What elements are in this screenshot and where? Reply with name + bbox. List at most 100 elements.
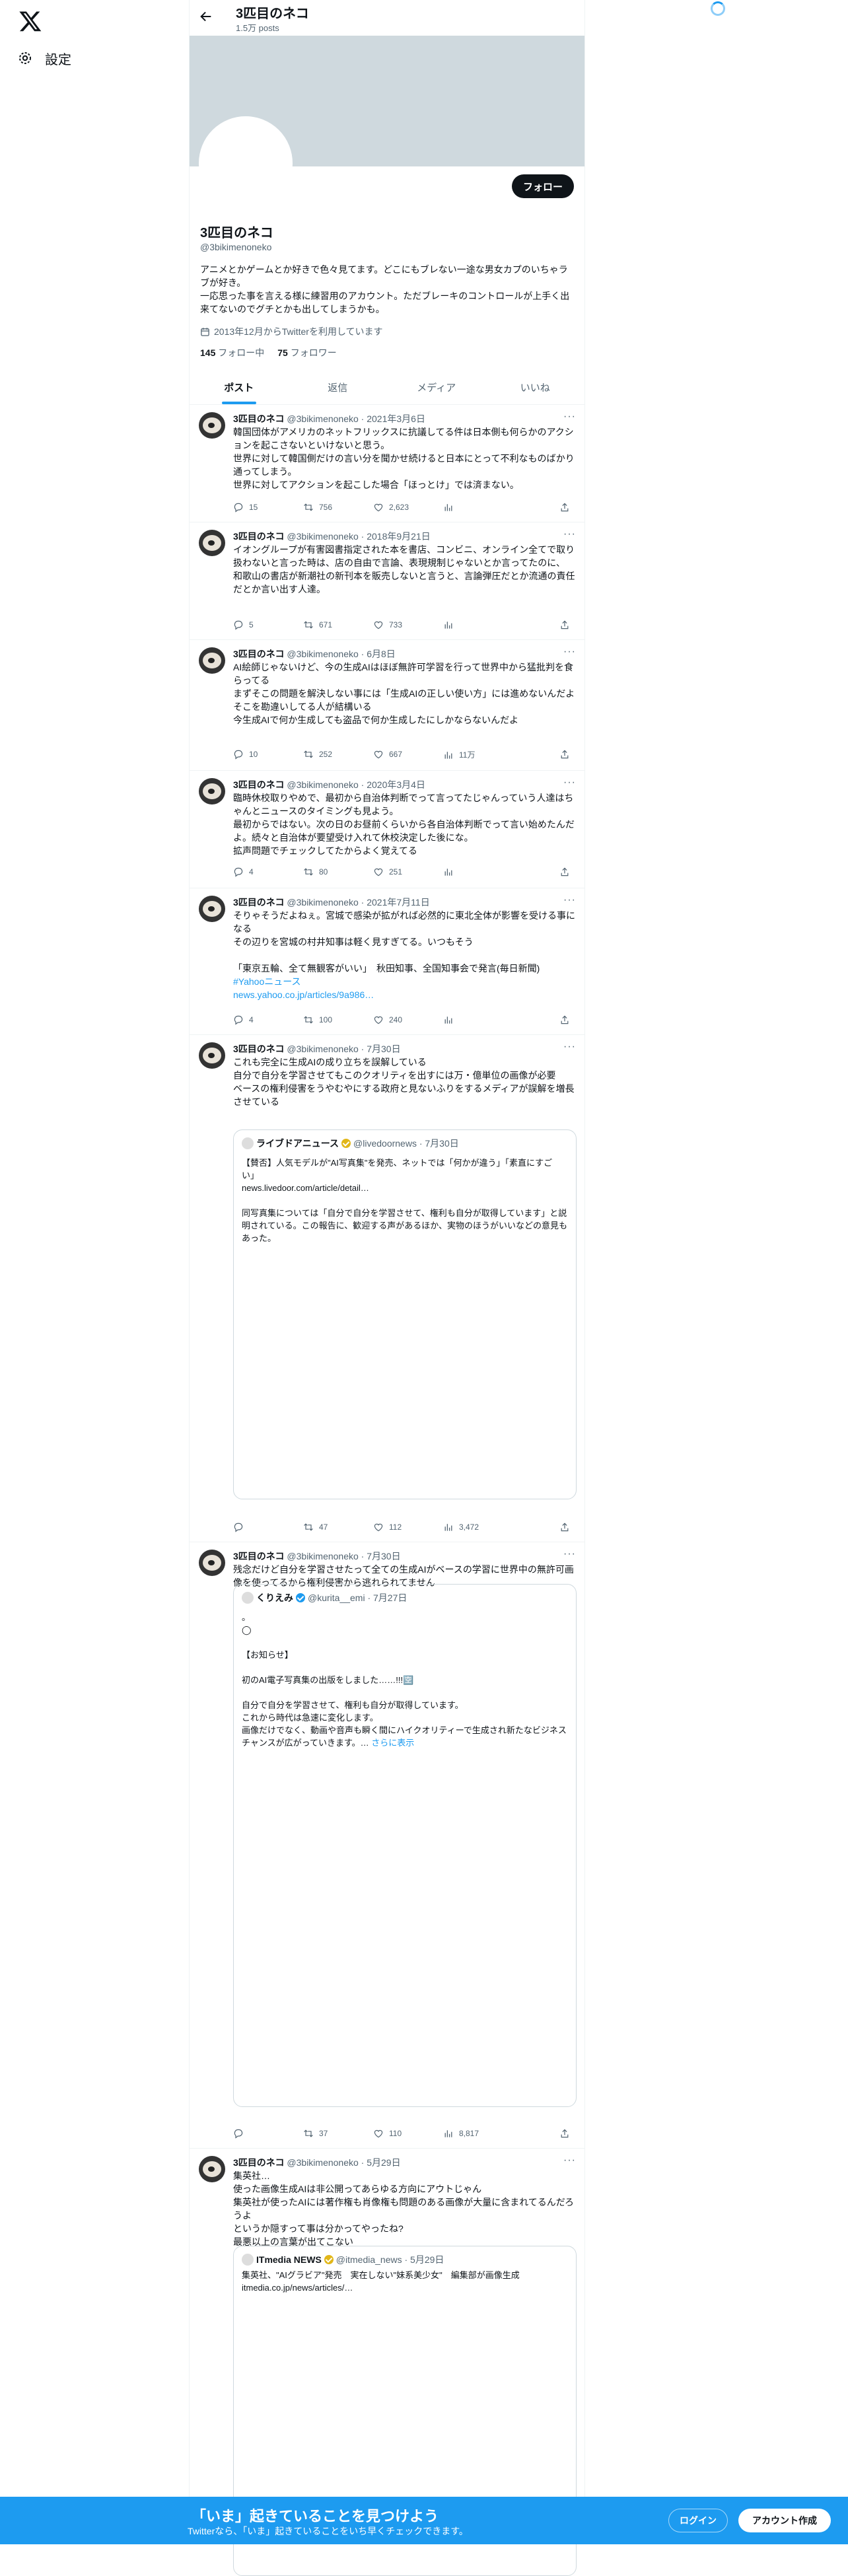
reply-button[interactable]: [233, 1522, 249, 1532]
retweet-button[interactable]: 252: [303, 749, 332, 760]
tweet-avatar[interactable]: [199, 1042, 225, 1069]
more-options-icon[interactable]: ···: [563, 894, 576, 906]
like-count: 667: [389, 750, 403, 759]
tweet-meta: @3bikimenoneko · 6月8日: [287, 649, 396, 659]
more-options-icon[interactable]: ···: [563, 1041, 576, 1053]
tweet-avatar[interactable]: [199, 778, 225, 805]
reply-button[interactable]: 10: [233, 749, 258, 760]
share-button[interactable]: [559, 2128, 570, 2139]
reply-button[interactable]: 4: [233, 867, 254, 877]
hashtag-link[interactable]: #Yahooニュース: [233, 976, 301, 987]
tweet-text: 臨時休校取りやめで、最初から自治体判断でって言ってたじゃんっていう人達はちゃんと…: [233, 793, 575, 856]
share-button[interactable]: [559, 749, 570, 760]
tweet-avatar[interactable]: [199, 896, 225, 922]
views-button[interactable]: [443, 867, 459, 877]
reply-button[interactable]: 4: [233, 1015, 254, 1025]
header-name: 3匹目のネコ: [236, 7, 309, 21]
retweet-button[interactable]: 671: [303, 620, 332, 630]
more-options-icon[interactable]: ···: [563, 528, 576, 540]
tweet-avatar[interactable]: [199, 530, 225, 556]
tweet-avatar[interactable]: [199, 2156, 225, 2182]
views-button[interactable]: 3,472: [443, 1522, 479, 1532]
views-button[interactable]: 11万: [443, 749, 475, 760]
profile-name: 3匹目のネコ: [200, 226, 273, 240]
like-button[interactable]: 2,623: [373, 502, 409, 513]
share-button[interactable]: [559, 620, 570, 630]
like-button[interactable]: 733: [373, 620, 402, 630]
quoted-meta: @itmedia_news · 5月29日: [336, 2254, 444, 2265]
views-button[interactable]: [443, 1015, 459, 1025]
reply-button[interactable]: [233, 2128, 249, 2139]
tweet[interactable]: 3匹目のネコ @3bikimenoneko · 2021年7月11日 ··· そりゃ…: [190, 888, 584, 1035]
more-options-icon[interactable]: ···: [563, 1548, 576, 1560]
tweet[interactable]: 3匹目のネコ @3bikimenoneko · 6月8日 ··· AI絵師じゃないけ…: [190, 639, 584, 771]
retweet-button[interactable]: 37: [303, 2128, 328, 2139]
quoted-avatar: [242, 2254, 254, 2266]
like-button[interactable]: 240: [373, 1015, 402, 1025]
tweet[interactable]: 3匹目のネコ @3bikimenoneko · 2018年9月21日 ··· イオン…: [190, 522, 584, 640]
follow-button[interactable]: フォロー: [512, 174, 574, 198]
tweet[interactable]: 3匹目のネコ @3bikimenoneko · 5月29日 ··· 集英社… 使った…: [190, 2148, 584, 2576]
profile-avatar[interactable]: [199, 116, 293, 210]
quoted-tweet[interactable]: くりえみ @kurita__emi · 7月27日。 ◯ 【お知らせ】 初のAI電…: [233, 1584, 577, 2107]
tweet-avatar[interactable]: [199, 1550, 225, 1576]
views-button[interactable]: 8,817: [443, 2128, 479, 2139]
views-icon: [443, 750, 454, 760]
show-more-link[interactable]: さらに表示: [371, 1738, 414, 1748]
share-icon: [559, 502, 570, 513]
views-button[interactable]: [443, 502, 459, 513]
share-button[interactable]: [559, 1522, 570, 1532]
x-logo-icon[interactable]: [18, 9, 42, 33]
more-options-icon[interactable]: ···: [563, 777, 576, 789]
header-post-count: 1.5万 posts: [236, 23, 279, 33]
share-button[interactable]: [559, 502, 570, 513]
tweet[interactable]: 3匹目のネコ @3bikimenoneko · 2020年3月4日 ··· 臨時休校…: [190, 770, 584, 888]
reply-button[interactable]: 5: [233, 620, 254, 630]
login-button[interactable]: ログイン: [668, 2509, 728, 2532]
quoted-author-name: くりえみ: [256, 1592, 293, 1603]
profile-stats: 145 フォロー中 75 フォロワー: [200, 346, 337, 359]
quoted-meta: @kurita__emi · 7月27日: [308, 1592, 407, 1603]
retweet-button[interactable]: 100: [303, 1015, 332, 1025]
like-button[interactable]: 112: [373, 1522, 402, 1532]
retweet-button[interactable]: 756: [303, 502, 332, 513]
like-icon: [373, 749, 384, 760]
profile-column: 3匹目のネコ 1.5万 posts フォロー 3匹目のネコ @3bikimeno…: [189, 0, 585, 2576]
create-account-button[interactable]: アカウント作成: [738, 2509, 831, 2532]
reply-count: 15: [249, 503, 258, 512]
following-link[interactable]: 145 フォロー中: [200, 346, 264, 359]
tab-media[interactable]: メディア: [387, 370, 486, 404]
retweet-count: 47: [319, 1522, 328, 1532]
nav-settings[interactable]: 設定: [17, 46, 71, 70]
tab-replies[interactable]: 返信: [289, 370, 388, 404]
share-button[interactable]: [559, 867, 570, 877]
tweet-avatar[interactable]: [199, 647, 225, 674]
reply-button[interactable]: 15: [233, 502, 258, 513]
quoted-tweet[interactable]: ライブドアニュース @livedoornews · 7月30日 【賛否】人気モデルが…: [233, 1129, 577, 1499]
back-arrow-icon[interactable]: [199, 9, 216, 26]
more-options-icon[interactable]: ···: [563, 646, 576, 658]
tweet-actions: 4 100 240: [233, 1015, 577, 1028]
views-icon: [443, 1522, 454, 1532]
share-button[interactable]: [559, 1015, 570, 1025]
like-button[interactable]: 110: [373, 2128, 402, 2139]
retweet-button[interactable]: 80: [303, 867, 328, 877]
tab-posts[interactable]: ポスト: [190, 370, 289, 404]
tab-likes[interactable]: いいね: [486, 370, 585, 404]
tweet-text: AI絵師じゃないけど、今の生成AIはほぼ無許可学習を行って世界中から猛批判を食ら…: [233, 662, 575, 725]
tweet[interactable]: 3匹目のネコ @3bikimenoneko · 7月30日 ··· これも完全に生成…: [190, 1034, 584, 1542]
more-options-icon[interactable]: ···: [563, 2155, 576, 2166]
tweet-avatar[interactable]: [199, 412, 225, 439]
views-button[interactable]: [443, 620, 459, 630]
tweet-author-name: 3匹目のネコ: [233, 779, 285, 790]
retweet-button[interactable]: 47: [303, 1522, 328, 1532]
url-link[interactable]: news.yahoo.co.jp/articles/9a986…: [233, 989, 374, 1000]
tweet-meta: @3bikimenoneko · 7月30日: [287, 1551, 401, 1561]
more-options-icon[interactable]: ···: [563, 411, 576, 423]
like-button[interactable]: 667: [373, 749, 402, 760]
like-button[interactable]: 251: [373, 867, 402, 877]
tweet[interactable]: 3匹目のネコ @3bikimenoneko · 2021年3月6日 ··· 韓国団体…: [190, 404, 584, 522]
quoted-author-name: ライブドアニュース: [256, 1138, 339, 1149]
followers-link[interactable]: 75 フォロワー: [277, 346, 336, 359]
tweet[interactable]: 3匹目のネコ @3bikimenoneko · 7月30日 ··· 残念だけど自分を…: [190, 1542, 584, 2149]
